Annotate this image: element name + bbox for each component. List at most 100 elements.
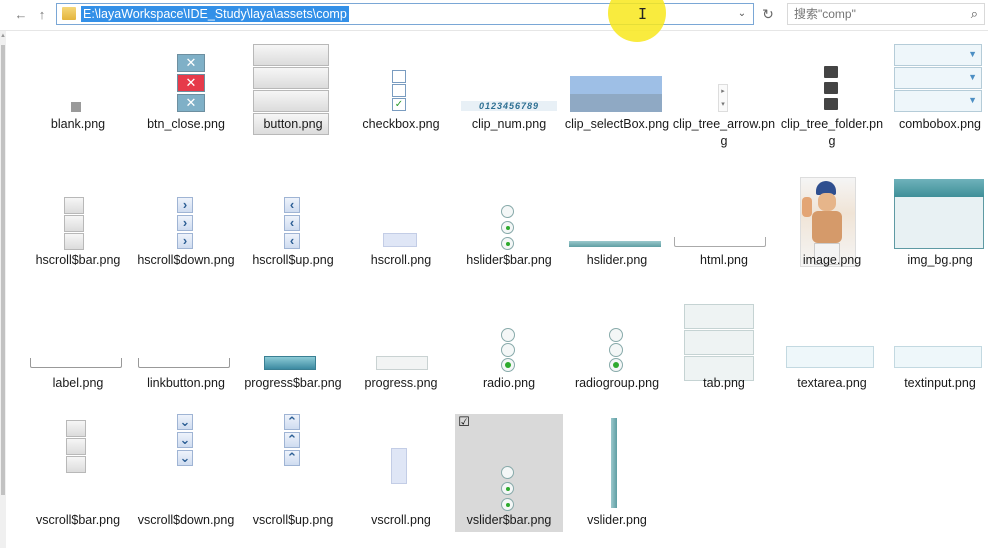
file-name: hslider$bar.png — [466, 253, 552, 267]
file-item[interactable]: › › › hscroll$down.png — [132, 177, 240, 307]
file-item[interactable]: textinput.png — [886, 300, 988, 430]
file-thumbnail: › › › — [132, 177, 240, 257]
scroll-bar-state — [66, 420, 86, 437]
file-thumbnail — [455, 300, 563, 380]
scroll-track — [383, 233, 417, 247]
file-name: clip_selectBox.png — [564, 117, 670, 131]
arrow-icon: ‹ — [284, 233, 300, 249]
search-icon[interactable]: ⌕ — [971, 6, 978, 22]
file-thumbnail — [24, 42, 132, 122]
file-item[interactable]: clip_tree_folder.png — [778, 42, 886, 172]
file-item[interactable]: hslider.png — [563, 177, 671, 307]
file-item[interactable]: progress$bar.png — [239, 300, 347, 430]
file-name: vscroll.png — [371, 513, 431, 527]
file-item[interactable]: image.png — [778, 177, 886, 307]
file-thumbnail — [24, 177, 132, 257]
radio-state — [501, 358, 515, 372]
file-name: checkbox.png — [362, 117, 440, 131]
close-icon: ✕ — [177, 74, 205, 92]
file-item[interactable]: radiogroup.png — [563, 300, 671, 430]
file-item[interactable]: ⌄ ⌄ ⌄ vscroll$down.png — [132, 414, 240, 544]
file-item[interactable]: ✓ checkbox.png — [347, 42, 455, 172]
file-item[interactable]: label.png — [24, 300, 132, 430]
radio-dot — [505, 362, 511, 368]
slider-handle — [501, 237, 514, 250]
file-item[interactable]: ▼ ▼ ▼ combobox.png — [886, 42, 988, 172]
file-thumbnail — [239, 300, 347, 380]
address-dropdown-button[interactable]: ⌄ — [734, 5, 750, 23]
input-box — [786, 346, 874, 368]
file-name: btn_close.png — [147, 117, 225, 131]
face-shape — [818, 193, 836, 211]
file-thumbnail — [886, 177, 988, 257]
arm-shape — [802, 197, 812, 217]
slider-handle-dot — [506, 503, 510, 507]
file-item[interactable]: hscroll$bar.png — [24, 177, 132, 307]
file-name: progress.png — [364, 376, 438, 390]
file-thumbnail — [24, 300, 132, 380]
file-item[interactable]: ‹ ‹ ‹ hscroll$up.png — [239, 177, 347, 307]
file-item[interactable]: vscroll$bar.png — [24, 414, 132, 544]
scrollbar-thumb[interactable] — [1, 45, 5, 495]
back-button[interactable]: ← — [12, 6, 30, 24]
file-item[interactable]: linkbutton.png — [132, 300, 240, 430]
file-item[interactable]: ☑ vslider$bar.png — [455, 414, 563, 532]
address-path-text[interactable]: E:\layaWorkspace\IDE_Study\laya\assets\c… — [81, 6, 349, 22]
folder-icon — [824, 98, 838, 110]
file-thumbnail — [347, 414, 455, 494]
file-item[interactable]: hscroll.png — [347, 177, 455, 307]
file-item[interactable]: tab.png — [670, 300, 778, 430]
file-item[interactable]: clip_selectBox.png — [563, 42, 671, 172]
file-name: hscroll.png — [370, 253, 432, 267]
file-thumbnail — [239, 42, 347, 135]
file-item[interactable]: blank.png — [24, 42, 132, 172]
search-input[interactable] — [794, 6, 954, 22]
file-item[interactable]: progress.png — [347, 300, 455, 430]
file-item[interactable]: 0123456789 clip_num.png — [455, 42, 563, 172]
file-item[interactable]: vscroll.png — [347, 414, 455, 544]
refresh-button[interactable]: ↻ — [759, 5, 777, 23]
cursor-highlight — [608, 0, 666, 42]
vertical-scrollbar[interactable]: ▲ — [0, 31, 6, 548]
file-item[interactable]: ✕ ✕ ✕ btn_close.png — [132, 42, 240, 172]
up-arrow-icon: ↑ — [38, 7, 46, 22]
file-item[interactable]: html.png — [670, 177, 778, 307]
file-thumbnail — [778, 42, 886, 122]
file-name: clip_num.png — [471, 117, 547, 131]
file-item[interactable]: radio.png — [455, 300, 563, 430]
scroll-bar-state — [66, 438, 86, 455]
tab-state — [684, 304, 754, 329]
file-name: blank.png — [50, 117, 106, 131]
folder-icon — [824, 66, 838, 78]
file-thumbnail: ⌃ ⌃ ⌃ — [239, 414, 347, 494]
file-name: clip_tree_folder.png — [780, 117, 884, 148]
file-item[interactable]: img_bg.png — [886, 177, 988, 307]
html-box — [674, 237, 766, 247]
file-name: img_bg.png — [907, 253, 973, 267]
file-item[interactable]: ▸ ▾ clip_tree_arrow.png — [670, 42, 778, 172]
file-thumbnail — [563, 414, 671, 508]
scroll-up-icon[interactable]: ▲ — [0, 33, 6, 41]
up-button[interactable]: ↑ — [33, 6, 51, 24]
file-name: hscroll$up.png — [252, 253, 334, 267]
slider-handle-dot — [506, 226, 510, 230]
file-name: textinput.png — [904, 376, 976, 390]
tree-arrow-icon: ▸ ▾ — [718, 84, 728, 112]
thumb-shape — [71, 102, 81, 112]
file-name: vscroll$down.png — [137, 513, 235, 527]
chevron-down-icon: ▼ — [968, 49, 977, 59]
file-item[interactable]: textarea.png — [778, 300, 886, 430]
file-thumbnail — [886, 300, 988, 380]
file-name: vslider$bar.png — [466, 513, 552, 527]
scroll-bar-state — [64, 233, 84, 250]
file-item[interactable]: button.png — [239, 42, 347, 172]
file-item[interactable]: ⌃ ⌃ ⌃ vscroll$up.png — [239, 414, 347, 544]
label-box — [30, 358, 122, 368]
file-thumbnail — [563, 177, 671, 257]
file-thumbnail — [778, 300, 886, 380]
file-item[interactable]: vslider.png — [563, 414, 671, 544]
search-box[interactable]: ⌕ — [787, 3, 985, 25]
slider-track — [569, 241, 661, 247]
file-item[interactable]: hslider$bar.png — [455, 177, 563, 307]
arrow-icon: ⌄ — [177, 450, 193, 466]
